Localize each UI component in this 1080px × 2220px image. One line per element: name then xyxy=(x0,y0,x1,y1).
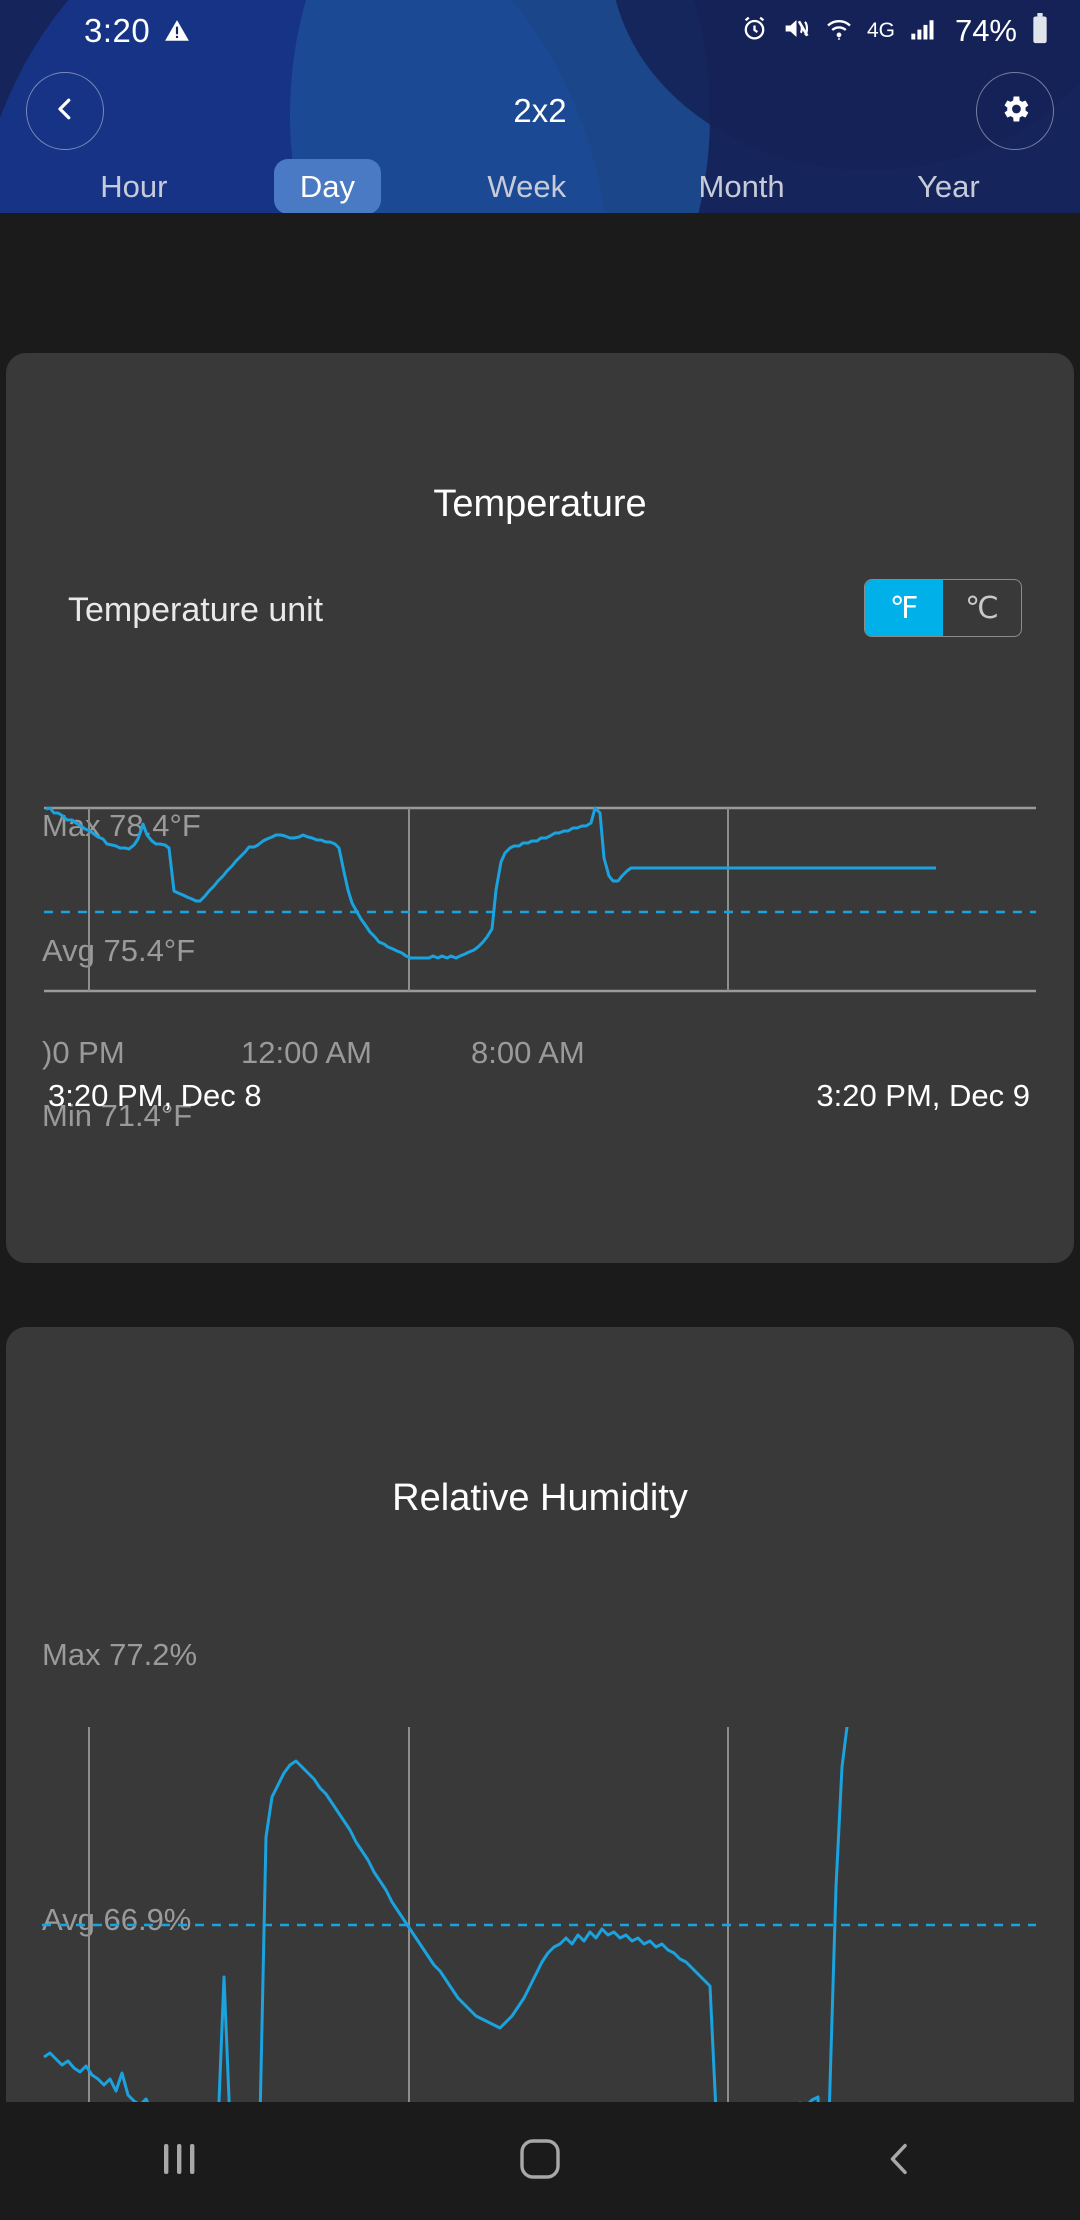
temperature-axis-labels: )0 PM 12:00 AM 8:00 AM xyxy=(6,1035,1074,1079)
cellular-signal-icon xyxy=(908,15,938,48)
nav-bar: 2x2 xyxy=(0,62,1080,160)
temperature-axis-tick-2: 8:00 AM xyxy=(471,1035,585,1070)
tab-week[interactable]: Week xyxy=(461,159,592,213)
temperature-unit-label: Temperature unit xyxy=(68,591,324,629)
tab-year[interactable]: Year xyxy=(891,159,1006,213)
unit-option-fahrenheit[interactable]: ℉ xyxy=(865,580,943,636)
home-icon xyxy=(517,2136,563,2187)
humidity-card-title: Relative Humidity xyxy=(392,1477,688,1519)
status-bar-icons: 4G 74% xyxy=(740,12,1050,50)
temperature-axis-tick-1: 12:00 AM xyxy=(241,1035,372,1070)
app-header: 3:20 4G 74% 2x2 Hour Day Week Month Year xyxy=(0,0,1080,213)
battery-percent-label: 74% xyxy=(954,13,1017,48)
back-icon xyxy=(880,2139,920,2184)
humidity-card: Relative Humidity Max 77.2% Avg 66.9% Mi… xyxy=(6,1327,1074,2220)
temperature-unit-row: Temperature unit ℉ ℃ xyxy=(6,579,1074,639)
tab-day[interactable]: Day xyxy=(273,159,381,213)
temperature-series-line xyxy=(45,806,936,960)
alarm-icon xyxy=(740,14,769,48)
recents-icon xyxy=(158,2142,202,2181)
app-root: 3:20 4G 74% 2x2 Hour Day Week Month Year… xyxy=(0,0,1080,2220)
tab-hour[interactable]: Hour xyxy=(74,159,193,213)
humidity-max-label: Max 77.2% xyxy=(42,1637,198,1672)
wifi-icon xyxy=(824,14,854,49)
temperature-range-row: 3:20 PM, Dec 8 3:20 PM, Dec 9 xyxy=(6,1078,1074,1122)
volume-mute-icon xyxy=(782,14,811,48)
status-bar: 3:20 4G 74% xyxy=(0,0,1080,62)
temperature-card-title: Temperature xyxy=(433,483,647,525)
temperature-card: Temperature Temperature unit ℉ ℃ Max 78.… xyxy=(6,353,1074,1263)
temperature-unit-toggle[interactable]: ℉ ℃ xyxy=(864,579,1022,637)
temperature-range-start: 3:20 PM, Dec 8 xyxy=(48,1078,262,1113)
page-title: 2x2 xyxy=(513,92,567,129)
recents-button[interactable] xyxy=(80,2126,280,2196)
battery-icon xyxy=(1030,12,1050,50)
temperature-chart[interactable] xyxy=(6,668,1074,1018)
tab-month[interactable]: Month xyxy=(673,159,811,213)
warning-triangle-icon xyxy=(164,18,190,44)
period-tabs: Hour Day Week Month Year xyxy=(0,159,1080,213)
temperature-axis-tick-0: )0 PM xyxy=(42,1035,125,1070)
system-navigation-bar xyxy=(0,2102,1080,2220)
network-type-label: 4G xyxy=(866,19,895,42)
unit-option-celsius[interactable]: ℃ xyxy=(943,580,1021,636)
home-button[interactable] xyxy=(440,2126,640,2196)
status-bar-clock: 3:20 xyxy=(84,12,151,49)
system-back-button[interactable] xyxy=(800,2126,1000,2196)
temperature-range-end: 3:20 PM, Dec 9 xyxy=(816,1078,1030,1113)
